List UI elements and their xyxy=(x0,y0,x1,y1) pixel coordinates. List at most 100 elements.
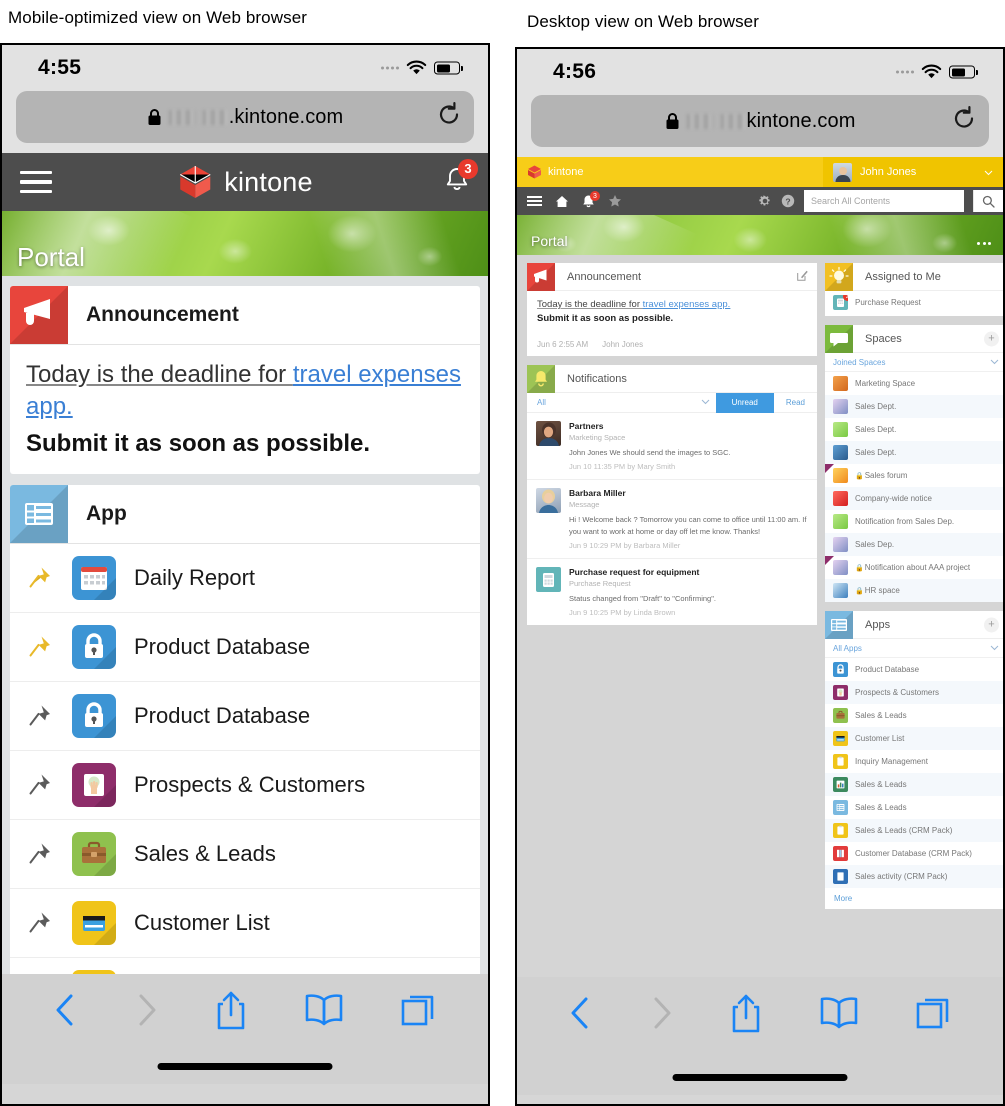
list-item[interactable]: 🔒HR space xyxy=(825,579,1003,602)
user-menu[interactable]: John Jones xyxy=(823,157,1003,187)
list-item[interactable]: Daily Report xyxy=(10,544,480,613)
apps-title: Apps xyxy=(865,618,891,631)
list-icon xyxy=(833,800,848,815)
list-item[interactable]: Sales & Leads xyxy=(825,796,1003,819)
tab-unread[interactable]: Unread xyxy=(715,392,774,413)
chevron-down-icon[interactable] xyxy=(990,644,999,653)
list-item[interactable]: 🔒Notification about AAA project xyxy=(825,556,1003,579)
search-icon[interactable] xyxy=(973,190,1003,212)
list-item[interactable]: Sales & Leads xyxy=(10,820,480,889)
caption-desktop-view: Desktop view on Web browser xyxy=(527,12,759,31)
joined-spaces-section[interactable]: Joined Spaces xyxy=(825,353,1003,372)
notification-item[interactable]: Barbara Miller Message Hi ! Welcome back… xyxy=(527,480,817,559)
wifi-icon xyxy=(406,60,427,76)
kintone-brand[interactable]: kintone xyxy=(527,165,583,179)
gear-icon[interactable] xyxy=(758,194,772,208)
back-icon[interactable] xyxy=(567,993,593,1038)
space-name: 🔒HR space xyxy=(855,586,900,595)
pin-icon[interactable] xyxy=(26,634,54,660)
reload-icon[interactable] xyxy=(952,106,976,137)
list-item[interactable]: Customer Database (CRM Pack) xyxy=(825,842,1003,865)
plus-icon[interactable]: + xyxy=(984,331,999,346)
back-icon[interactable] xyxy=(52,990,78,1035)
more-link[interactable]: More xyxy=(825,888,1003,909)
bell-icon xyxy=(527,364,555,393)
search-input[interactable]: Search All Contents xyxy=(804,190,964,212)
bookmarks-icon[interactable] xyxy=(303,990,345,1035)
travel-expenses-app-link[interactable]: travel expenses app. xyxy=(643,299,731,310)
list-item-partial[interactable] xyxy=(10,958,480,974)
chevron-down-icon[interactable] xyxy=(990,358,999,367)
list-item[interactable]: Prospects & Customers xyxy=(10,751,480,820)
chevron-down-icon[interactable] xyxy=(701,398,710,407)
all-apps-section[interactable]: All Apps xyxy=(825,639,1003,658)
list-item[interactable]: Sales & Leads xyxy=(825,773,1003,796)
redacted-subdomain-2 xyxy=(720,113,745,129)
brand-text: kintone xyxy=(224,166,313,197)
list-item[interactable]: Company-wide notice xyxy=(825,487,1003,510)
notification-title: Barbara Miller xyxy=(569,488,626,499)
notification-item[interactable]: Purchase request for equipment Purchase … xyxy=(527,559,817,625)
list-item[interactable]: Sales Dept. xyxy=(825,395,1003,418)
app-name: Product Database xyxy=(134,702,311,728)
desktop-nav-bar: 3 ? Search All Contents xyxy=(517,187,1003,215)
edit-icon[interactable] xyxy=(797,268,808,286)
list-item[interactable]: Sales Dept. xyxy=(825,418,1003,441)
avatar xyxy=(536,488,561,514)
list-item[interactable]: Prospects & Customers xyxy=(825,681,1003,704)
pin-icon[interactable] xyxy=(26,910,54,936)
list-item[interactable]: Product Database xyxy=(10,613,480,682)
tab-read[interactable]: Read xyxy=(774,393,817,413)
list-item[interactable]: Sales Dept. xyxy=(825,441,1003,464)
app-name: Customer List xyxy=(855,734,905,743)
notification-badge: 3 xyxy=(458,158,478,179)
filter-all-label[interactable]: All xyxy=(537,398,546,407)
notification-item[interactable]: Partners Marketing Space John Jones We s… xyxy=(527,413,817,481)
kebab-menu-icon[interactable] xyxy=(977,242,991,245)
help-icon[interactable]: ? xyxy=(781,194,795,208)
browser-url-bar-area: .kintone.com xyxy=(2,91,488,153)
list-item[interactable]: Sales & Leads xyxy=(825,704,1003,727)
list-item[interactable]: Customer List xyxy=(10,889,480,958)
pin-icon[interactable] xyxy=(26,772,54,798)
list-item[interactable]: Sales & Leads (CRM Pack) xyxy=(825,819,1003,842)
share-icon[interactable] xyxy=(214,990,248,1037)
tabs-icon[interactable] xyxy=(400,990,438,1035)
battery-icon xyxy=(434,61,460,75)
kintone-brand[interactable]: kintone xyxy=(177,165,313,199)
home-icon[interactable] xyxy=(555,195,569,208)
list-item[interactable]: Inquiry Management xyxy=(825,750,1003,773)
pin-icon[interactable] xyxy=(26,841,54,867)
signal-dots-icon xyxy=(381,66,399,70)
plus-icon[interactable]: + xyxy=(984,617,999,632)
list-item[interactable]: Sales activity (CRM Pack) xyxy=(825,865,1003,888)
list-item[interactable]: Customer List xyxy=(825,727,1003,750)
list-item[interactable]: Product Database xyxy=(825,658,1003,681)
pin-icon[interactable] xyxy=(26,565,54,591)
list-item[interactable]: Notification from Sales Dep. xyxy=(825,510,1003,533)
app-name: Product Database xyxy=(134,633,311,659)
signal-dots-icon xyxy=(896,70,914,74)
hamburger-icon[interactable] xyxy=(20,170,52,194)
bell-icon[interactable]: 3 xyxy=(582,191,600,208)
tabs-icon[interactable] xyxy=(915,993,953,1038)
list-item[interactable]: Sales Dep. xyxy=(825,533,1003,556)
list-item[interactable]: Marketing Space xyxy=(825,372,1003,395)
reload-icon[interactable] xyxy=(437,102,461,133)
page-title: Portal xyxy=(17,242,85,272)
share-icon[interactable] xyxy=(729,993,763,1040)
bookmarks-icon[interactable] xyxy=(818,993,860,1038)
star-icon[interactable] xyxy=(608,194,622,208)
hamburger-icon[interactable] xyxy=(527,195,542,207)
forward-icon xyxy=(133,990,159,1035)
pin-icon[interactable] xyxy=(26,703,54,729)
list-item[interactable]: Product Database xyxy=(10,682,480,751)
announcement-body: Today is the deadline for travel expense… xyxy=(527,291,817,330)
list-item[interactable]: 🔒Sales forum xyxy=(825,464,1003,487)
notification-subtitle: Marketing Space xyxy=(569,433,626,442)
books-icon xyxy=(833,846,848,861)
bell-icon[interactable]: 3 xyxy=(444,158,478,199)
url-input[interactable]: kintone.com xyxy=(531,95,989,147)
url-input[interactable]: .kintone.com xyxy=(16,91,474,143)
list-item[interactable]: 2 Purchase Request xyxy=(825,291,1003,316)
